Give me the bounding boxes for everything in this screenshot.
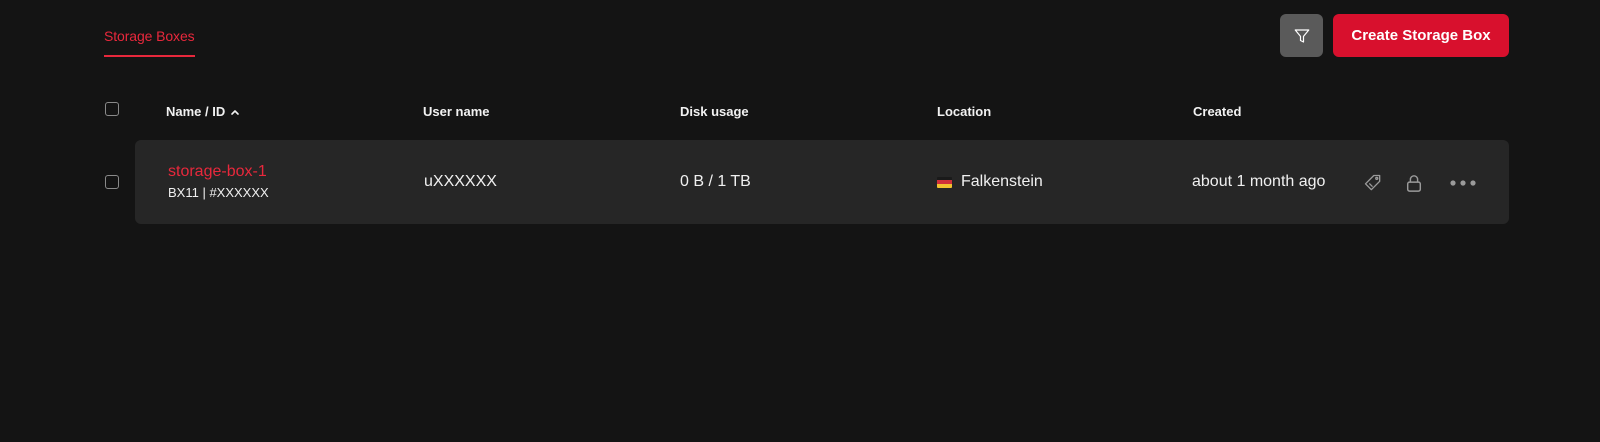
edit-tag-icon <box>1364 174 1381 191</box>
column-header-location[interactable]: Location <box>937 104 991 119</box>
created-cell: about 1 month ago <box>1192 173 1326 190</box>
sort-asc-icon <box>231 109 240 115</box>
storage-box-name-link[interactable]: storage-box-1 <box>168 163 267 181</box>
user-name-cell: uXXXXXX <box>424 173 497 190</box>
storage-boxes-page: Storage Boxes Create Storage Box Name / … <box>0 0 1600 442</box>
column-header-name[interactable]: Name / ID <box>166 104 240 119</box>
column-header-disk-usage[interactable]: Disk usage <box>680 104 749 119</box>
storage-box-id: BX11 | #XXXXXX <box>168 185 269 200</box>
lock-icon <box>1406 175 1422 192</box>
location-label: Falkenstein <box>961 173 1043 190</box>
location-cell: Falkenstein <box>937 173 1043 191</box>
column-header-created[interactable]: Created <box>1193 104 1241 119</box>
row-checkbox[interactable] <box>105 175 119 189</box>
select-all-checkbox[interactable] <box>105 102 119 116</box>
more-actions-button[interactable] <box>1448 172 1478 194</box>
filter-icon <box>1294 28 1309 43</box>
edit-labels-button[interactable] <box>1362 172 1384 194</box>
protection-lock-button[interactable] <box>1403 172 1425 194</box>
filter-button[interactable] <box>1280 14 1323 57</box>
more-icon <box>1450 180 1476 186</box>
create-storage-box-button[interactable]: Create Storage Box <box>1333 14 1509 57</box>
column-header-name-label: Name / ID <box>166 104 226 119</box>
disk-usage-cell: 0 B / 1 TB <box>680 173 751 190</box>
column-header-user-name[interactable]: User name <box>423 104 489 119</box>
tab-storage-boxes[interactable]: Storage Boxes <box>104 28 195 57</box>
germany-flag-icon <box>937 176 952 188</box>
